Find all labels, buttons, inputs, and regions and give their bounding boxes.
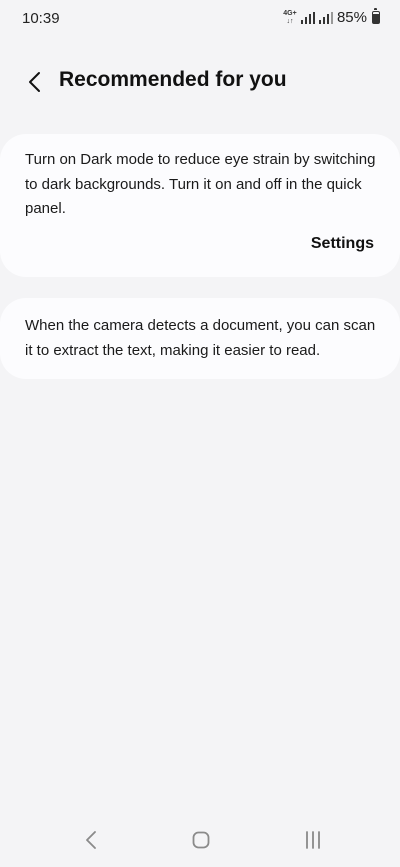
network-type-indicator: 4G+ ↓↑ bbox=[283, 10, 297, 26]
nav-recents-icon bbox=[306, 831, 320, 849]
page-title: Recommended for you bbox=[59, 68, 287, 91]
recommendation-text: When the camera detects a document, you … bbox=[25, 317, 376, 359]
status-time: 10:39 bbox=[22, 10, 60, 27]
network-type-label: 4G+ bbox=[283, 9, 297, 17]
navigation-bar bbox=[0, 811, 400, 867]
network-activity-label: ↓↑ bbox=[286, 17, 294, 25]
nav-recents-button[interactable] bbox=[293, 825, 333, 855]
signal-icon-secondary bbox=[318, 11, 333, 24]
nav-back-icon bbox=[86, 831, 96, 849]
recommendation-card-dark-mode[interactable]: Turn on Dark mode to reduce eye strain b… bbox=[0, 134, 400, 277]
battery-fill bbox=[373, 13, 379, 23]
nav-home-button[interactable] bbox=[181, 825, 221, 855]
recommendation-text: Turn on Dark mode to reduce eye strain b… bbox=[25, 151, 376, 217]
back-button[interactable] bbox=[18, 66, 50, 98]
nav-back-button[interactable] bbox=[71, 825, 111, 855]
settings-button[interactable]: Settings bbox=[311, 235, 374, 253]
header: Recommended for you bbox=[0, 60, 400, 104]
battery-icon bbox=[372, 8, 380, 24]
signal-icon bbox=[300, 11, 315, 24]
status-bar: 10:39 4G+ ↓↑ 85% bbox=[0, 0, 400, 38]
nav-home-icon bbox=[192, 831, 210, 849]
recommendation-card-scan-text[interactable]: When the camera detects a document, you … bbox=[0, 298, 400, 379]
battery-percent: 85% bbox=[336, 9, 367, 26]
status-icons: 4G+ ↓↑ 85% bbox=[283, 8, 380, 26]
chevron-left-icon bbox=[29, 72, 40, 92]
